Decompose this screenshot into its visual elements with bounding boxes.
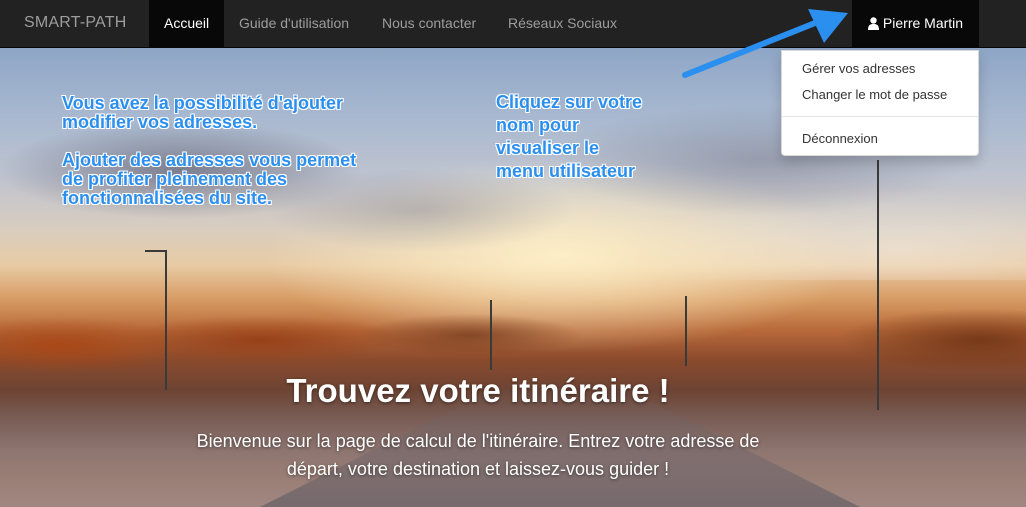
annotation-line: Ajouter des adresses vous permet xyxy=(62,150,357,170)
nav-item-guide[interactable]: Guide d'utilisation xyxy=(224,0,364,48)
nav-item-contact[interactable]: Nous contacter xyxy=(367,0,491,48)
annotation-line: Cliquez sur votre xyxy=(496,92,643,112)
street-lamp xyxy=(490,300,492,370)
user-icon xyxy=(867,2,879,48)
subtitle-line: Bienvenue sur la page de calcul de l'iti… xyxy=(196,431,760,451)
street-lamp-head xyxy=(145,250,167,252)
user-name: Pierre Martin xyxy=(882,15,964,31)
annotation-line: Vous avez la possibilité d'ajouter xyxy=(62,93,344,113)
annotation-line: visualiser le xyxy=(496,138,600,158)
annotation-line: fonctionnalisées du site. xyxy=(62,188,273,208)
brand-logo[interactable]: SMART-PATH xyxy=(24,0,126,48)
page-title: Trouvez votre itinéraire ! xyxy=(286,372,670,409)
user-menu-toggle[interactable]: Pierre Martin xyxy=(852,0,979,48)
annotation-addresses: Vous avez la possibilité d'ajouter modif… xyxy=(62,94,356,208)
nav-item-accueil[interactable]: Accueil xyxy=(149,0,225,48)
street-lamp xyxy=(165,250,167,390)
street-lamp xyxy=(685,296,687,366)
annotation-user-menu: Cliquez sur votre nom pour visualiser le… xyxy=(496,91,642,183)
annotation-line: menu utilisateur xyxy=(496,161,636,181)
annotation-line: modifier vos adresses. xyxy=(62,112,258,132)
menu-item-logout[interactable]: Déconnexion xyxy=(802,131,878,146)
top-navbar: SMART-PATH Accueil Guide d'utilisation N… xyxy=(0,0,1026,48)
page-subtitle: Bienvenue sur la page de calcul de l'iti… xyxy=(140,427,816,483)
annotation-line: nom pour xyxy=(496,115,579,135)
subtitle-line: départ, votre destination et laissez-vou… xyxy=(286,459,670,479)
pointer-arrow-icon xyxy=(682,9,848,78)
menu-divider xyxy=(782,116,978,117)
menu-item-change-password[interactable]: Changer le mot de passe xyxy=(802,87,947,102)
annotation-line: de profiter pleinement des xyxy=(62,169,288,189)
nav-item-social[interactable]: Réseaux Sociaux xyxy=(493,0,632,48)
